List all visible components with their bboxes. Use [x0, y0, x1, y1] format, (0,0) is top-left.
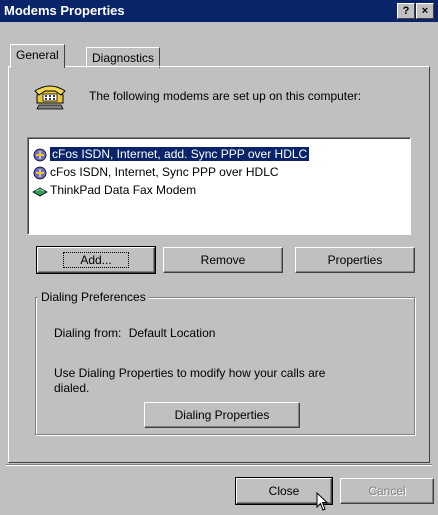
dialing-properties-button[interactable]: Dialing Properties	[144, 402, 300, 428]
tab-diagnostics[interactable]: Diagnostics	[86, 47, 161, 68]
dialing-info-text: Use Dialing Properties to modify how you…	[54, 366, 326, 395]
isdn-icon	[32, 148, 48, 162]
add-button-label: Add...	[63, 252, 129, 268]
bottom-separator	[6, 464, 432, 466]
remove-button-label: Remove	[200, 253, 246, 267]
remove-button[interactable]: Remove	[163, 247, 283, 273]
list-item[interactable]: cFos ISDN, Internet, Sync PPP over HDLC	[32, 164, 279, 180]
close-button-label: Close	[268, 484, 300, 498]
window-title: Modems Properties	[4, 3, 125, 18]
modem-label: cFos ISDN, Internet, add. Sync PPP over …	[50, 147, 310, 161]
dialing-properties-button-label: Dialing Properties	[174, 408, 270, 422]
add-button[interactable]: Add...	[36, 246, 156, 274]
cancel-button-label: Cancel	[368, 484, 406, 498]
help-button[interactable]: ?	[397, 3, 415, 19]
dialing-from-row: Dialing from: Default Location	[54, 326, 215, 340]
properties-button[interactable]: Properties	[295, 247, 415, 273]
isdn-icon	[32, 166, 48, 180]
modem-label: ThinkPad Data Fax Modem	[50, 183, 197, 197]
header-text: The following modems are set up on this …	[89, 89, 362, 103]
tab-diagnostics-label: Diagnostics	[92, 51, 155, 65]
modem-label: cFos ISDN, Internet, Sync PPP over HDLC	[50, 165, 279, 179]
tab-general-label: General	[16, 48, 59, 62]
general-tab-panel: The following modems are set up on this …	[8, 66, 430, 463]
cancel-button[interactable]: Cancel	[340, 478, 434, 504]
phone-icon	[33, 81, 67, 113]
modems-properties-window: Modems Properties ? × General Diagnostic…	[0, 0, 438, 515]
dialing-preferences-group: Dialing Preferences Dialing from: Defaul…	[35, 290, 415, 435]
close-window-button[interactable]: ×	[416, 3, 434, 19]
dialing-from-value: Default Location	[128, 326, 216, 340]
modem-list[interactable]: cFos ISDN, Internet, add. Sync PPP over …	[27, 137, 411, 235]
mouse-cursor-icon	[316, 491, 330, 512]
modem-icon	[32, 184, 48, 198]
dialing-preferences-legend: Dialing Preferences	[38, 290, 149, 304]
dialing-from-label: Dialing from:	[54, 326, 122, 340]
properties-button-label: Properties	[327, 253, 383, 267]
list-item[interactable]: cFos ISDN, Internet, add. Sync PPP over …	[32, 146, 310, 162]
title-bar[interactable]: Modems Properties ? ×	[0, 0, 438, 22]
list-item[interactable]: ThinkPad Data Fax Modem	[32, 182, 196, 198]
tab-general[interactable]: General	[10, 44, 65, 68]
